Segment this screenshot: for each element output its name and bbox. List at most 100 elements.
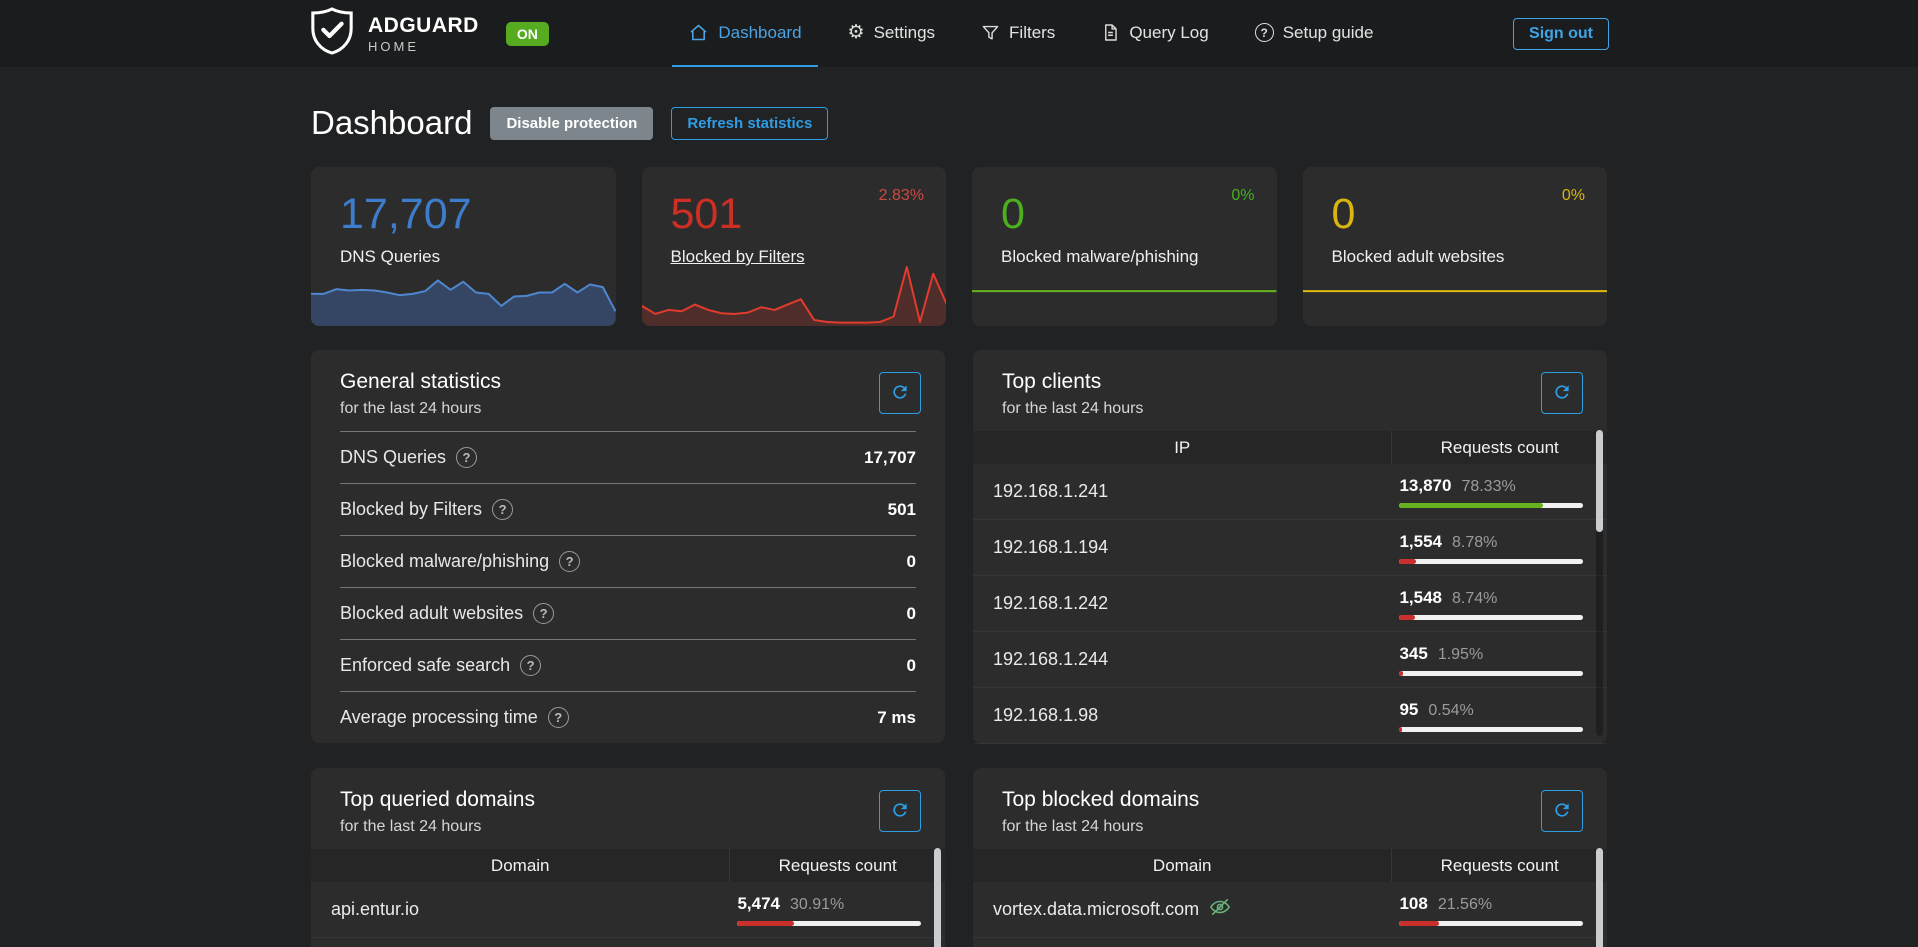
brand-name: ADGUARD — [368, 15, 479, 36]
panel-title: General statistics — [340, 370, 916, 394]
eye-off-icon — [1209, 896, 1231, 923]
table-row: 192.168.1.194 1,554 8.78% — [973, 520, 1607, 576]
scrollbar-track[interactable] — [934, 848, 941, 947]
scrollbar-track[interactable] — [1596, 430, 1603, 736]
nav-item-filters[interactable]: Filters — [965, 0, 1071, 67]
sign-out-button[interactable]: Sign out — [1513, 18, 1609, 50]
disable-protection-button[interactable]: Disable protection — [490, 107, 653, 140]
requests-percent: 21.56% — [1438, 896, 1492, 914]
progress-bar-fill — [1399, 727, 1402, 732]
shield-check-icon — [309, 6, 355, 61]
panel-title: Top blocked domains — [1002, 788, 1578, 812]
column-header-requests-count: Requests count — [729, 849, 945, 882]
stat-row-label: Enforced safe search — [340, 655, 510, 676]
client-ip[interactable]: 192.168.1.98 — [993, 705, 1098, 726]
progress-bar-fill — [1399, 503, 1543, 508]
panel-title: Top queried domains — [340, 788, 916, 812]
top-clients-panel: Top clients for the last 24 hours IP Req… — [973, 350, 1607, 744]
refresh-button[interactable] — [1541, 372, 1583, 414]
stat-cards: 17,707 DNS Queries 501 Blocked by Filter… — [311, 167, 1607, 326]
stat-card-value: 17,707 — [340, 193, 472, 236]
stat-card-value: 0 — [1332, 193, 1356, 236]
gear-icon: ⚙ — [848, 21, 865, 44]
question-circle-icon[interactable]: ? — [533, 603, 554, 624]
stat-row-value: 0 — [907, 552, 916, 572]
question-circle-icon[interactable]: ? — [520, 655, 541, 676]
question-circle-icon[interactable]: ? — [559, 551, 580, 572]
refresh-icon — [1552, 382, 1572, 405]
requests-percent: 8.78% — [1452, 534, 1497, 552]
stat-card-percent: 2.83% — [879, 187, 924, 205]
scrollbar-thumb[interactable] — [934, 848, 941, 947]
scrollbar-track[interactable] — [1596, 848, 1603, 947]
general-statistics-panel: General statistics for the last 24 hours… — [311, 350, 945, 743]
brand-subtitle: HOME — [368, 40, 479, 53]
requests-percent: 8.74% — [1452, 590, 1497, 608]
top-blocked-domains-rows: vortex.data.microsoft.com 108 21.56% — [973, 882, 1607, 938]
stat-row-label: Blocked by Filters — [340, 499, 482, 520]
client-ip[interactable]: 192.168.1.241 — [993, 481, 1108, 502]
nav-item-label: Dashboard — [718, 23, 801, 43]
table-header: Domain Requests count — [311, 849, 945, 882]
client-ip[interactable]: 192.168.1.244 — [993, 649, 1108, 670]
question-circle-icon[interactable]: ? — [492, 499, 513, 520]
domain-name[interactable]: vortex.data.microsoft.com — [993, 899, 1199, 920]
stat-row-value: 0 — [907, 656, 916, 676]
stat-card-percent: 0% — [1562, 187, 1585, 205]
nav-item-dashboard[interactable]: Dashboard — [672, 0, 817, 67]
progress-bar-track — [1399, 559, 1583, 564]
refresh-button[interactable] — [879, 372, 921, 414]
progress-bar-fill — [737, 921, 794, 926]
mini-chart — [311, 259, 616, 326]
question-circle-icon[interactable]: ? — [456, 447, 477, 468]
adguard-home-dashboard: ADGUARD HOME ON Dashboard ⚙ Settings — [0, 0, 1918, 947]
question-circle-icon[interactable]: ? — [548, 707, 569, 728]
requests-count: 13,870 — [1399, 476, 1451, 496]
refresh-button[interactable] — [879, 790, 921, 832]
requests-count: 108 — [1399, 894, 1427, 914]
nav-item-query-log[interactable]: Query Log — [1085, 0, 1224, 67]
stat-card-value: 0 — [1001, 193, 1025, 236]
general-statistics-rows: DNS Queries ? 17,707 Blocked by Filters … — [311, 431, 945, 743]
table-row: api.entur.io 5,474 30.91% — [311, 882, 945, 938]
nav-item-label: Setup guide — [1283, 23, 1374, 43]
table-header: Domain Requests count — [973, 849, 1607, 882]
nav-item-setup-guide[interactable]: ? Setup guide — [1239, 0, 1390, 67]
top-blocked-domains-panel: Top blocked domains for the last 24 hour… — [973, 768, 1607, 947]
requests-count: 1,548 — [1399, 588, 1442, 608]
domain-name[interactable]: api.entur.io — [331, 899, 419, 920]
scrollbar-thumb[interactable] — [1596, 430, 1603, 532]
refresh-icon — [890, 800, 910, 823]
main-content: Dashboard Disable protection Refresh sta… — [311, 67, 1607, 947]
topbar: ADGUARD HOME ON Dashboard ⚙ Settings — [0, 0, 1918, 67]
panel-subtitle: for the last 24 hours — [340, 818, 916, 836]
client-ip[interactable]: 192.168.1.242 — [993, 593, 1108, 614]
refresh-icon — [1552, 800, 1572, 823]
stat-row-label: Average processing time — [340, 707, 538, 728]
client-ip[interactable]: 192.168.1.194 — [993, 537, 1108, 558]
refresh-button[interactable] — [1541, 790, 1583, 832]
nav-item-label: Query Log — [1129, 23, 1208, 43]
stat-row-value: 501 — [888, 500, 916, 520]
progress-bar-track — [1399, 615, 1583, 620]
stat-row: Enforced safe search ? 0 — [340, 639, 916, 691]
stat-card: 0 Blocked adult websites 0% — [1303, 167, 1608, 326]
progress-bar-fill — [1399, 559, 1415, 564]
brand[interactable]: ADGUARD HOME ON — [309, 0, 549, 67]
progress-bar-track — [737, 921, 921, 926]
progress-bar-track — [1399, 727, 1583, 732]
nav-item-settings[interactable]: ⚙ Settings — [832, 0, 951, 67]
requests-percent: 1.95% — [1438, 646, 1483, 664]
panel-subtitle: for the last 24 hours — [1002, 400, 1578, 418]
mini-chart — [972, 259, 1277, 326]
stat-row-value: 7 ms — [877, 708, 916, 728]
requests-percent: 0.54% — [1428, 702, 1473, 720]
mini-chart — [1303, 259, 1608, 326]
stat-card: 17,707 DNS Queries — [311, 167, 616, 326]
requests-percent: 78.33% — [1461, 478, 1515, 496]
scrollbar-thumb[interactable] — [1596, 848, 1603, 947]
stat-card-value: 501 — [671, 193, 743, 236]
table-row: vortex.data.microsoft.com 108 21.56% — [973, 882, 1607, 938]
refresh-statistics-button[interactable]: Refresh statistics — [671, 107, 828, 140]
stat-row-label: Blocked adult websites — [340, 603, 523, 624]
